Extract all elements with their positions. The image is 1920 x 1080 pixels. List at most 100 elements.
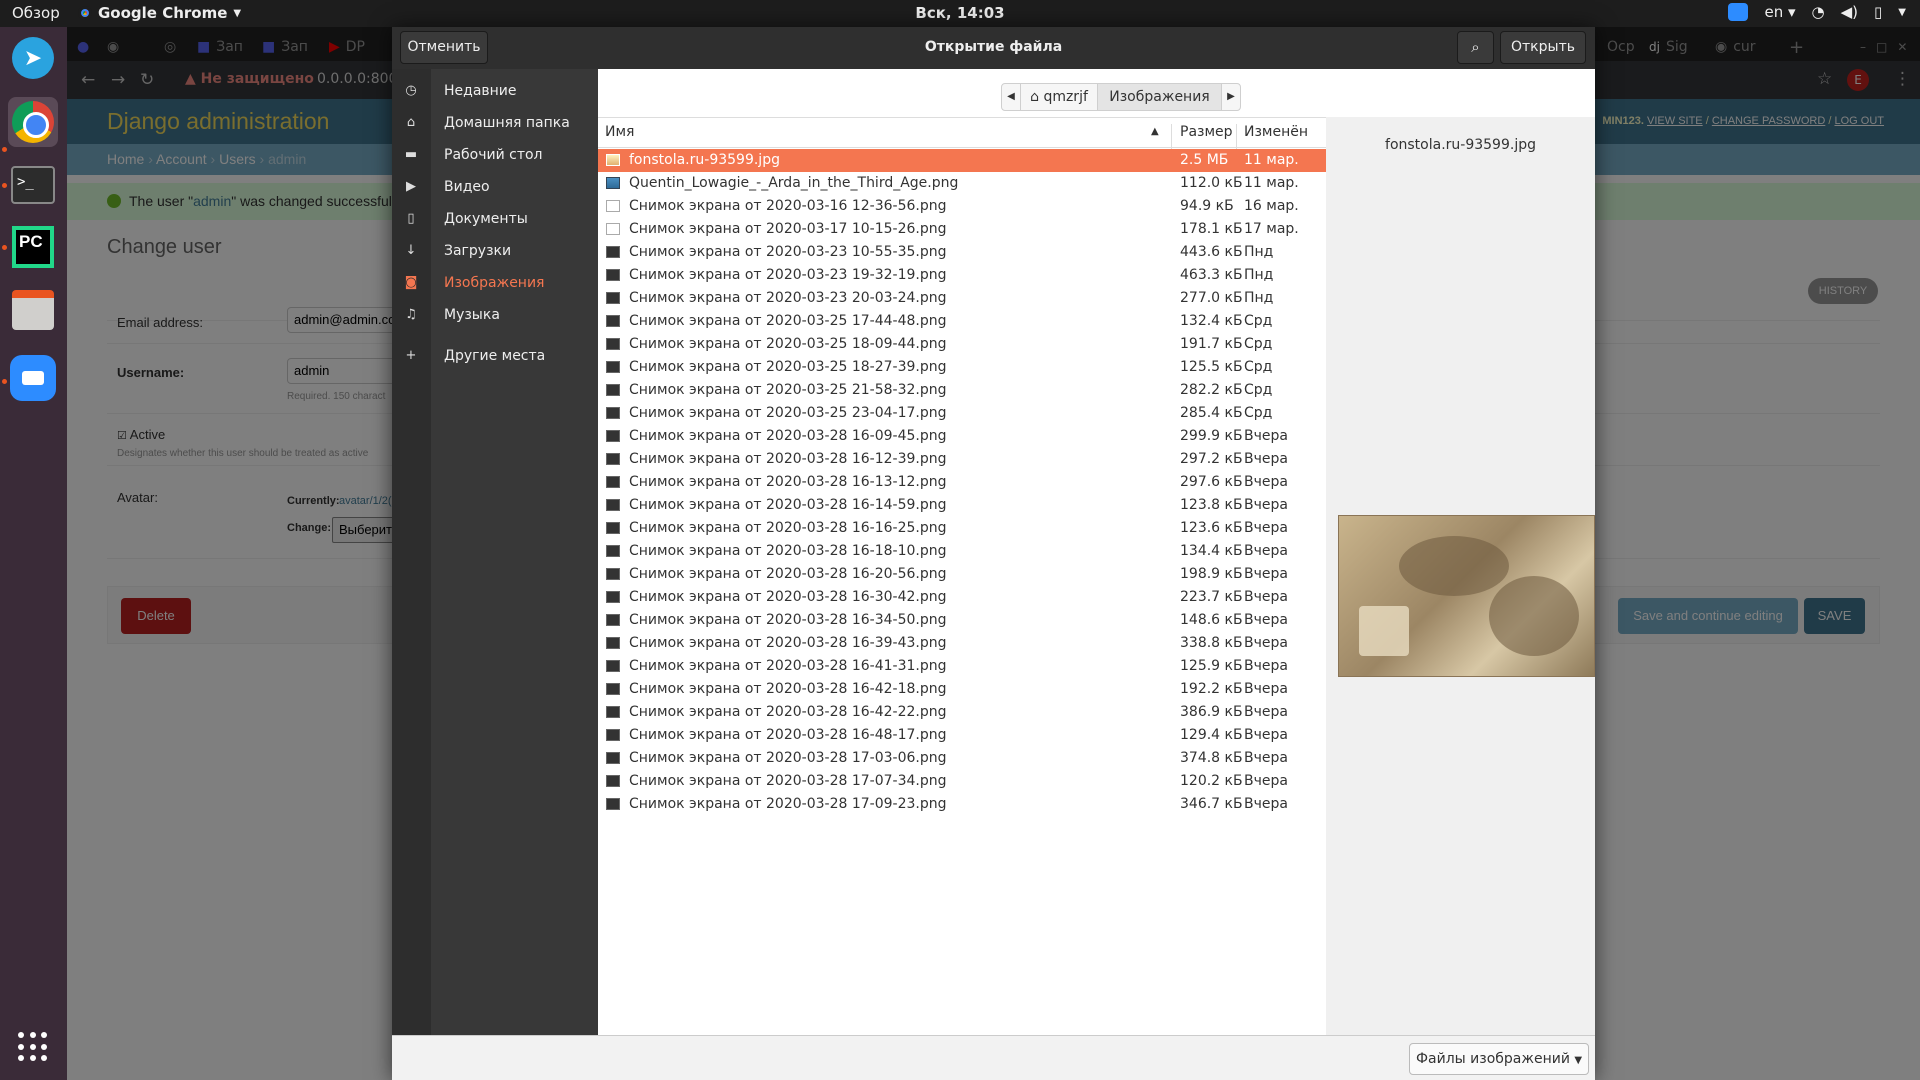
column-name[interactable]: Имя [605,124,634,140]
file-row[interactable]: Снимок экрана от 2020-03-23 10-55-35.png… [598,241,1326,264]
file-row[interactable]: Снимок экрана от 2020-03-28 16-42-18.png… [598,678,1326,701]
files-launcher[interactable] [8,285,58,335]
file-size: 134.4 кБ [1180,543,1243,559]
file-row[interactable]: Снимок экрана от 2020-03-28 16-18-10.png… [598,540,1326,563]
music-icon: ♫ [405,307,417,322]
file-row[interactable]: Снимок экрана от 2020-03-28 16-13-12.png… [598,471,1326,494]
column-size[interactable]: Размер [1180,124,1233,140]
file-size: 346.7 кБ [1180,796,1243,812]
image-file-icon [606,315,620,327]
file-row[interactable]: Снимок экрана от 2020-03-16 12-36-56.png… [598,195,1326,218]
file-modified: Вчера [1244,773,1288,789]
pycharm-launcher[interactable]: PC [8,222,58,272]
file-modified: Срд [1244,359,1273,375]
file-row[interactable]: Снимок экрана от 2020-03-23 19-32-19.png… [598,264,1326,287]
file-size: 338.8 кБ [1180,635,1243,651]
show-applications-icon[interactable] [18,1032,48,1062]
path-current-button[interactable]: Изображения [1097,83,1222,111]
file-row[interactable]: Снимок экрана от 2020-03-25 17-44-48.png… [598,310,1326,333]
image-file-icon [606,706,620,718]
file-size: 198.9 кБ [1180,566,1243,582]
wifi-icon: ◔ [1811,3,1825,21]
file-row[interactable]: Снимок экрана от 2020-03-28 16-09-45.png… [598,425,1326,448]
file-size: 129.4 кБ [1180,727,1243,743]
path-home-button[interactable]: ⌂ qmzrjf [1020,83,1098,111]
image-file-icon [606,361,620,373]
telegram-icon: ➤ [12,37,54,79]
file-size: 178.1 кБ [1180,221,1243,237]
file-row[interactable]: Снимок экрана от 2020-03-28 16-48-17.png… [598,724,1326,747]
terminal-launcher[interactable]: >_ [8,160,58,210]
place-recent[interactable]: ◷ Недавние [392,77,598,107]
file-row[interactable]: Снимок экрана от 2020-03-28 16-14-59.png… [598,494,1326,517]
file-row[interactable]: Снимок экрана от 2020-03-25 21-58-32.png… [598,379,1326,402]
running-indicator [2,379,7,384]
place-home[interactable]: ⌂ Домашняя папка [392,109,598,139]
image-file-icon [606,522,620,534]
clock[interactable]: Вск, 14:03 [0,4,1920,22]
language-indicator[interactable]: en ▾ [1764,3,1795,21]
file-row[interactable]: Снимок экрана от 2020-03-28 16-30-42.png… [598,586,1326,609]
file-name: Снимок экрана от 2020-03-28 16-12-39.png [629,451,947,467]
file-row[interactable]: Снимок экрана от 2020-03-28 16-16-25.png… [598,517,1326,540]
file-size: 463.3 кБ [1180,267,1243,283]
file-row[interactable]: Снимок экрана от 2020-03-28 16-34-50.png… [598,609,1326,632]
file-row[interactable]: Снимок экрана от 2020-03-28 16-12-39.png… [598,448,1326,471]
filter-label: Файлы изображений [1416,1051,1570,1067]
file-row[interactable]: Снимок экрана от 2020-03-28 16-41-31.png… [598,655,1326,678]
file-row[interactable]: Снимок экрана от 2020-03-28 17-09-23.png… [598,793,1326,816]
place-documents[interactable]: ▯ Документы [392,205,598,235]
place-other-locations[interactable]: + Другие места [392,342,598,372]
image-file-icon [606,430,620,442]
place-downloads[interactable]: ↓ Загрузки [392,237,598,267]
preview-filename: fonstola.ru-93599.jpg [1385,137,1536,153]
path-back-arrow-icon[interactable]: ◀ [1001,83,1021,111]
column-modified[interactable]: Изменён [1244,124,1308,140]
place-videos[interactable]: ▶ Видео [392,173,598,203]
place-music[interactable]: ♫ Музыка [392,301,598,331]
path-forward-arrow-icon[interactable]: ▶ [1221,83,1241,111]
file-row[interactable]: Снимок экрана от 2020-03-23 20-03-24.png… [598,287,1326,310]
places-sidebar: ◷ Недавние ⌂ Домашняя папка ▬ Рабочий стол … [392,69,598,1035]
image-file-icon [606,292,620,304]
file-row[interactable]: Quentin_Lowagie_-_Arda_in_the_Third_Age.… [598,172,1326,195]
zoom-tray-icon[interactable] [1728,3,1749,21]
file-modified: Пнд [1244,267,1274,283]
chrome-launcher[interactable] [8,97,58,147]
file-row[interactable]: Снимок экрана от 2020-03-28 17-07-34.png… [598,770,1326,793]
file-modified: Вчера [1244,520,1288,536]
file-modified: Срд [1244,382,1273,398]
file-size: 191.7 кБ [1180,336,1243,352]
file-row[interactable]: Снимок экрана от 2020-03-28 16-39-43.png… [598,632,1326,655]
file-row[interactable]: fonstola.ru-93599.jpg 2.5 МБ 11 мар. [598,149,1326,172]
sort-ascending-icon: ▲ [1151,126,1159,137]
file-row[interactable]: Снимок экрана от 2020-03-25 18-09-44.png… [598,333,1326,356]
file-size: 125.5 кБ [1180,359,1243,375]
file-name: Снимок экрана от 2020-03-25 18-09-44.png [629,336,947,352]
file-modified: Вчера [1244,658,1288,674]
dialog-header: Отменить Открытие файла ⌕ Открыть [392,27,1595,69]
place-pictures[interactable]: ◙ Изображения [392,269,598,299]
file-size: 192.2 кБ [1180,681,1243,697]
file-type-filter[interactable]: Файлы изображений ▼ [1409,1043,1589,1075]
file-size: 132.4 кБ [1180,313,1243,329]
place-label: Рабочий стол [444,147,543,163]
file-row[interactable]: Снимок экрана от 2020-03-25 18-27-39.png… [598,356,1326,379]
open-button[interactable]: Открыть [1500,31,1586,64]
file-size: 297.6 кБ [1180,474,1243,490]
place-label: Недавние [444,83,517,99]
zoom-launcher[interactable] [8,353,58,403]
preview-pane: fonstola.ru-93599.jpg [1326,117,1595,1035]
file-row[interactable]: Снимок экрана от 2020-03-17 10-15-26.png… [598,218,1326,241]
place-desktop[interactable]: ▬ Рабочий стол [392,141,598,171]
search-icon[interactable]: ⌕ [1457,31,1494,64]
file-row[interactable]: Снимок экрана от 2020-03-28 17-03-06.png… [598,747,1326,770]
file-row[interactable]: Снимок экрана от 2020-03-28 16-42-22.png… [598,701,1326,724]
system-tray[interactable]: en ▾ ◔ ◀) ▯ ▼ [1728,3,1906,21]
file-row[interactable]: Снимок экрана от 2020-03-25 23-04-17.png… [598,402,1326,425]
file-row[interactable]: Снимок экрана от 2020-03-28 16-20-56.png… [598,563,1326,586]
telegram-launcher[interactable]: ➤ [8,33,58,83]
file-modified: Вчера [1244,704,1288,720]
video-icon: ▶ [406,179,416,194]
image-file-icon [606,200,620,212]
